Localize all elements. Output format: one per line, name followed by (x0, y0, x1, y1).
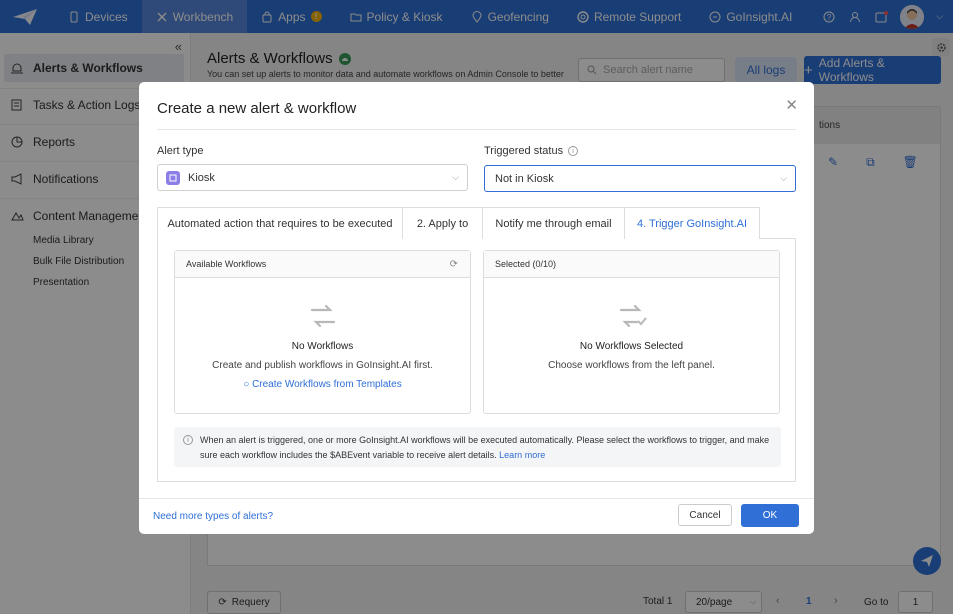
chevron-down-icon: ⌵ (452, 172, 459, 182)
tab-notify-email[interactable]: Notify me through email (482, 207, 625, 239)
bulb-icon: ○ (243, 379, 250, 390)
triggered-status-label: Triggered status i (484, 145, 579, 157)
empty-description: Create and publish workflows in GoInsigh… (212, 360, 433, 371)
workflow-icon (310, 304, 335, 328)
triggered-status-value: Not in Kiosk (495, 172, 554, 185)
modal-tabs: Automated action that requires to be exe… (157, 207, 796, 239)
alert-type-select[interactable]: Kiosk ⌵ (157, 164, 468, 191)
empty-title: No Workflows Selected (579, 341, 684, 352)
empty-title: No Workflows (291, 341, 354, 352)
kiosk-icon (166, 170, 180, 185)
info-text: When an alert is triggered, one or more … (200, 435, 770, 460)
empty-description: Choose workflows from the left panel. (548, 360, 715, 371)
workflow-check-icon (619, 304, 647, 328)
panel-header: Selected (0/10) (484, 251, 779, 278)
need-more-alerts-link[interactable]: Need more types of alerts? (153, 511, 273, 522)
modal-title: Create a new alert & workflow (157, 100, 357, 117)
info-icon: i (183, 435, 193, 445)
info-box: i When an alert is triggered, one or mor… (174, 427, 781, 467)
ok-button[interactable]: OK (741, 504, 799, 527)
create-from-templates-label: Create Workflows from Templates (252, 379, 402, 390)
alert-type-label: Alert type (157, 145, 203, 157)
tab-trigger-goinsight[interactable]: 4. Trigger GoInsight.AI (624, 207, 760, 239)
modal-footer-divider (139, 498, 814, 499)
refresh-icon[interactable]: ⟳ (450, 259, 458, 270)
chevron-down-icon: ⌵ (780, 173, 787, 183)
tab-apply-to[interactable]: 2. Apply to (402, 207, 483, 239)
info-icon[interactable]: i (568, 146, 579, 156)
triggered-status-label-text: Triggered status (484, 145, 564, 157)
modal-divider (157, 129, 796, 130)
close-icon[interactable]: ✕ (785, 96, 798, 114)
panel-header: Available Workflows ⟳ (175, 251, 470, 278)
selected-header: Selected (0/10) (495, 259, 557, 269)
create-alert-modal: Create a new alert & workflow ✕ Alert ty… (139, 82, 814, 534)
available-workflows-panel: Available Workflows ⟳ No Workflows Creat… (174, 250, 471, 414)
tab-automated-action[interactable]: Automated action that requires to be exe… (157, 207, 403, 239)
learn-more-link[interactable]: Learn more (499, 450, 545, 460)
triggered-status-select[interactable]: Not in Kiosk ⌵ (484, 165, 796, 192)
cancel-button[interactable]: Cancel (678, 504, 732, 526)
tab-content: Available Workflows ⟳ No Workflows Creat… (157, 238, 796, 482)
alert-type-label-text: Alert type (157, 145, 204, 157)
alert-type-value: Kiosk (188, 171, 215, 184)
selected-workflows-panel: Selected (0/10) No Workflows Selected Ch… (483, 250, 780, 414)
create-from-templates-link[interactable]: ○ Create Workflows from Templates (175, 379, 470, 390)
available-header: Available Workflows (186, 259, 267, 269)
